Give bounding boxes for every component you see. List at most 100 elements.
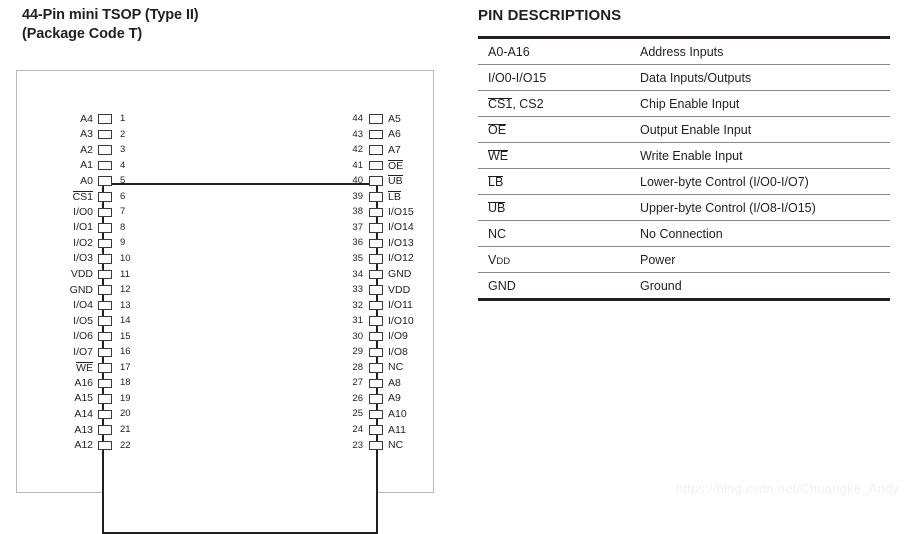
pin-label-17: WE bbox=[76, 361, 93, 374]
pin-signal-description: Upper-byte Control (I/O8-I/O15) bbox=[630, 194, 890, 221]
pin-row-right-43: 43 A6 bbox=[346, 128, 471, 142]
pin-pad-35 bbox=[369, 254, 383, 264]
pin-row-left-12: GND 12 bbox=[47, 283, 172, 297]
pin-row-left-16: I/O7 16 bbox=[47, 345, 172, 359]
pin-signal-description: Data Inputs/Outputs bbox=[630, 64, 890, 91]
pin-label-22: A12 bbox=[74, 439, 93, 452]
pin-label-44: A5 bbox=[388, 112, 401, 125]
pin-number-42: 42 bbox=[352, 144, 363, 156]
pin-label-37: I/O14 bbox=[388, 221, 414, 234]
pin-pad-26 bbox=[369, 394, 383, 404]
pin-number-23: 23 bbox=[352, 439, 363, 451]
pin-number-14: 14 bbox=[120, 315, 131, 327]
pin-row-left-15: I/O6 15 bbox=[47, 330, 172, 344]
pin-pad-9 bbox=[98, 238, 112, 249]
pin-label-6: CS1 bbox=[72, 190, 93, 203]
pin-pad-34 bbox=[369, 269, 383, 280]
pin-signal-description: Ground bbox=[630, 272, 890, 301]
pin-row-right-24: 24 A11 bbox=[346, 423, 471, 437]
pin-label-10: I/O3 bbox=[73, 252, 93, 265]
pin-number-38: 38 bbox=[352, 206, 363, 218]
pin-row-right-42: 42 A7 bbox=[346, 143, 471, 157]
pin-label-16: I/O7 bbox=[73, 345, 93, 358]
pin-row-left-22: A12 22 bbox=[47, 439, 172, 453]
pin-pad-31 bbox=[369, 316, 383, 326]
pin-row-left-3: A2 3 bbox=[47, 143, 172, 157]
pin-label-8: I/O1 bbox=[73, 221, 93, 234]
pin-number-40: 40 bbox=[352, 175, 363, 187]
pin-pad-38 bbox=[369, 207, 383, 218]
pin-label-25: A10 bbox=[388, 407, 407, 420]
pin-signal-description: Address Inputs bbox=[630, 36, 890, 65]
pin-number-32: 32 bbox=[352, 299, 363, 311]
pin-number-41: 41 bbox=[352, 159, 363, 171]
package-title: 44-Pin mini TSOP (Type II) (Package Code… bbox=[22, 6, 442, 44]
pin-signal-name: CS1, CS2 bbox=[478, 90, 630, 117]
pin-pad-23 bbox=[369, 440, 383, 451]
pin-label-11: VDD bbox=[70, 268, 93, 280]
package-title-line2: (Package Code T) bbox=[22, 26, 143, 42]
pin-pad-43 bbox=[369, 129, 383, 140]
pin-signal-description: No Connection bbox=[630, 220, 890, 247]
pin-pad-27 bbox=[369, 378, 383, 389]
pin-number-36: 36 bbox=[352, 237, 363, 249]
pin-label-3: A2 bbox=[80, 143, 93, 156]
package-diagram-section: 44-Pin mini TSOP (Type II) (Package Code… bbox=[0, 0, 460, 534]
pin-signal-name: NC bbox=[478, 220, 630, 247]
pin-pad-39 bbox=[369, 192, 383, 202]
pin-pad-1 bbox=[98, 114, 112, 124]
pin-description-row: VDD Power bbox=[478, 246, 890, 273]
pin-number-10: 10 bbox=[120, 252, 131, 264]
pin-row-left-9: I/O2 9 bbox=[47, 236, 172, 250]
pin-label-30: I/O9 bbox=[388, 330, 408, 343]
pin-pad-41 bbox=[369, 160, 383, 171]
pin-label-2: A3 bbox=[80, 128, 93, 141]
pin-row-right-31: 31 I/O10 bbox=[346, 314, 471, 328]
pin-pad-33 bbox=[369, 285, 383, 295]
pin-row-left-11: VDD 11 bbox=[47, 268, 172, 282]
pin-row-right-36: 36 I/O13 bbox=[346, 236, 471, 250]
pin-pad-19 bbox=[98, 394, 112, 404]
pin-signal-name: LB bbox=[478, 168, 630, 195]
pin-descriptions-section: PIN DESCRIPTIONS A0-A16 Address Inputs I/O… bbox=[470, 0, 911, 504]
pin-row-right-34: 34 GND bbox=[346, 268, 471, 282]
pin-pad-6 bbox=[98, 192, 112, 202]
pin-signal-name: A0-A16 bbox=[478, 36, 630, 65]
pin-label-43: A6 bbox=[388, 128, 401, 141]
pin-pad-4 bbox=[98, 160, 112, 171]
pin-row-left-4: A1 4 bbox=[47, 159, 172, 173]
pin-number-7: 7 bbox=[120, 206, 126, 218]
pin-row-left-10: I/O3 10 bbox=[47, 252, 172, 266]
pin-number-21: 21 bbox=[120, 424, 131, 435]
pin-description-row: WE Write Enable Input bbox=[478, 142, 890, 169]
pin-description-row: LB Lower-byte Control (I/O0-I/O7) bbox=[478, 168, 890, 195]
pin-label-14: I/O5 bbox=[73, 314, 93, 327]
pin-number-9: 9 bbox=[120, 237, 126, 249]
pin-row-left-14: I/O5 14 bbox=[47, 314, 172, 328]
pin-signal-description: Lower-byte Control (I/O0-I/O7) bbox=[630, 168, 890, 195]
pin-label-34: GND bbox=[388, 268, 412, 280]
pin-row-left-21: A13 21 bbox=[47, 423, 172, 437]
pin-description-row: OE Output Enable Input bbox=[478, 116, 890, 143]
pin-signal-name: I/O0-I/O15 bbox=[478, 64, 630, 91]
pin-row-left-18: A16 18 bbox=[47, 376, 172, 390]
pin-label-32: I/O11 bbox=[388, 299, 413, 312]
pin-number-43: 43 bbox=[352, 128, 363, 140]
pin-pad-28 bbox=[369, 363, 383, 373]
pin-number-37: 37 bbox=[352, 221, 363, 233]
pin-row-right-33: 33 VDD bbox=[346, 283, 471, 297]
pin-label-36: I/O13 bbox=[388, 236, 414, 249]
pin-label-27: A8 bbox=[388, 376, 401, 389]
pin-number-30: 30 bbox=[352, 330, 363, 342]
pin-row-right-35: 35 I/O12 bbox=[346, 252, 471, 266]
pin-label-15: I/O6 bbox=[73, 330, 93, 343]
watermark-text: https://blog.csdn.net/Chuangke_Andy bbox=[675, 481, 899, 496]
pin-label-42: A7 bbox=[388, 143, 401, 156]
pin-number-44: 44 bbox=[352, 113, 363, 124]
pin-label-29: I/O8 bbox=[388, 345, 408, 358]
pin-label-24: A11 bbox=[388, 423, 406, 436]
pin-label-13: I/O4 bbox=[73, 299, 93, 312]
pin-label-26: A9 bbox=[388, 392, 401, 405]
pin-pad-5 bbox=[98, 176, 112, 186]
pin-number-29: 29 bbox=[352, 346, 363, 358]
